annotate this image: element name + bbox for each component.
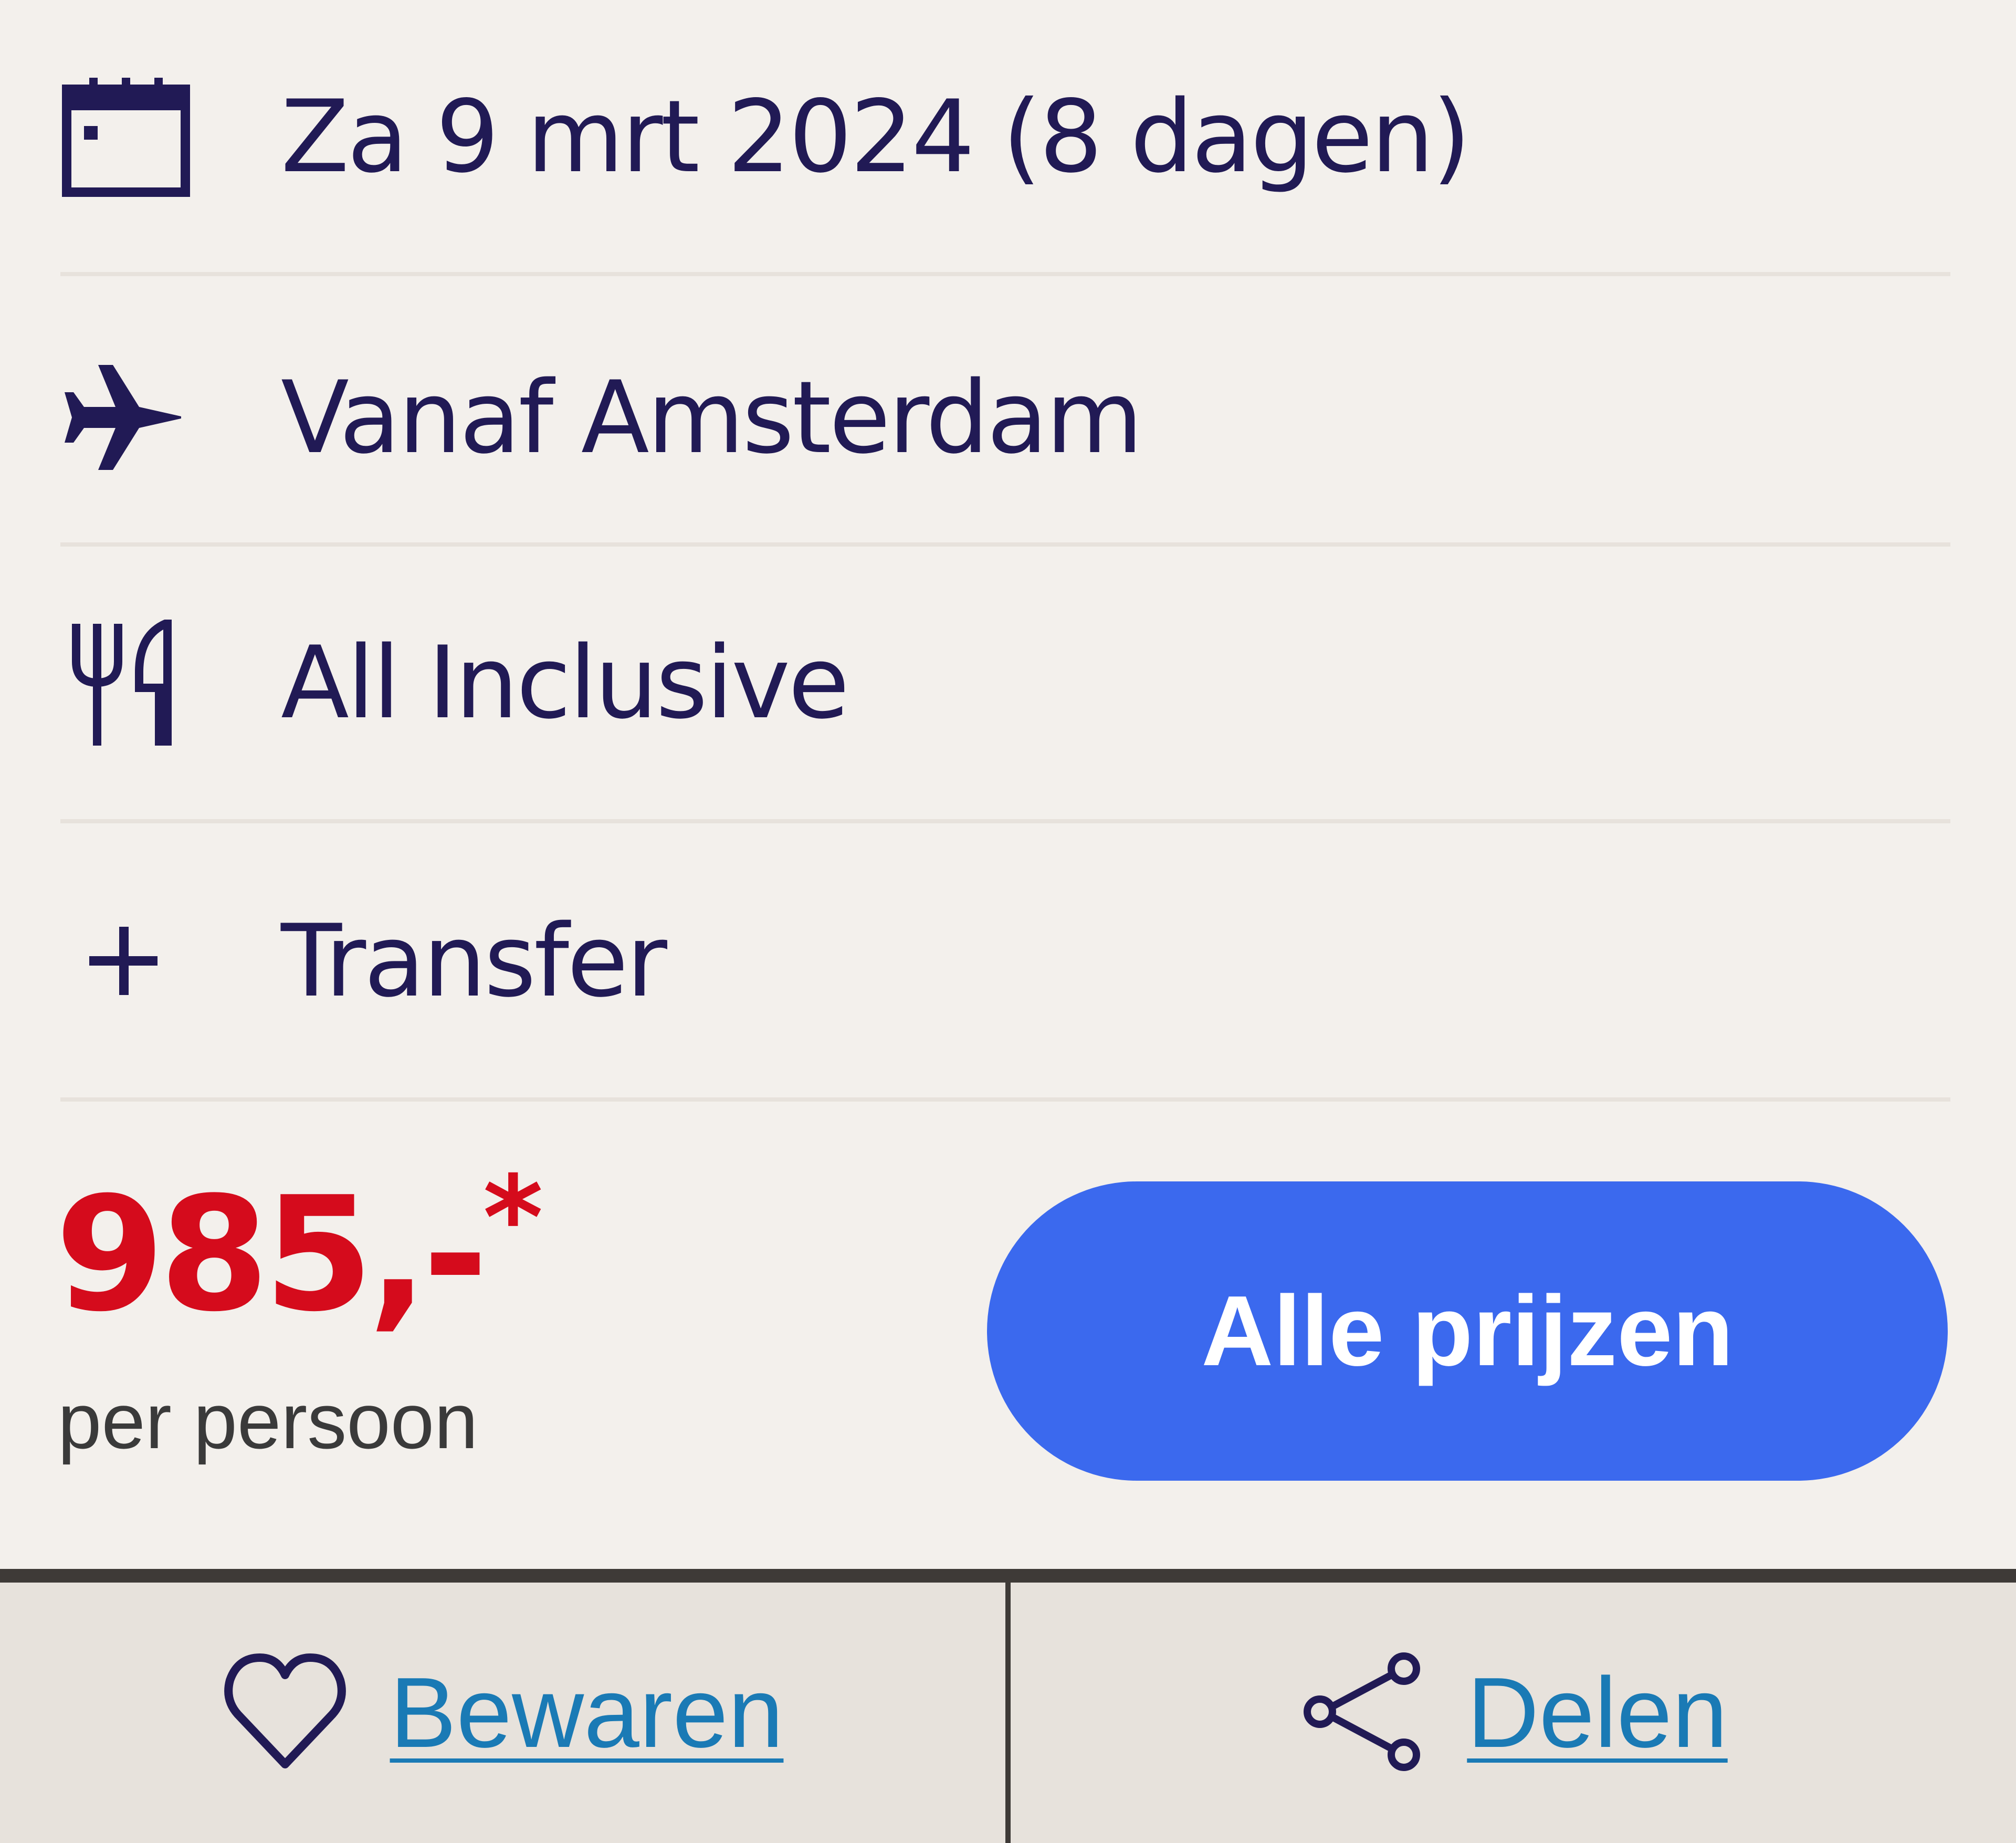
footer-separator: [1005, 1583, 1011, 1843]
save-link[interactable]: Bewaren: [390, 1656, 784, 1770]
departure-text: Vanaf Amsterdam: [281, 359, 1143, 476]
share-link[interactable]: Delen: [1467, 1656, 1727, 1770]
date-row: Za 9 mrt 2024 (8 dagen): [60, 68, 1950, 205]
price-amount: 985,-: [55, 1163, 488, 1346]
card-footer: Bewaren Delen: [0, 1583, 2016, 1843]
extra-row: Transfer: [60, 893, 1950, 1029]
price-unit: per persoon: [58, 1377, 478, 1465]
save-action[interactable]: Bewaren: [0, 1583, 1005, 1843]
all-prices-button[interactable]: Alle prijzen: [987, 1181, 1948, 1481]
cutlery-icon: [60, 614, 197, 751]
date-text: Za 9 mrt 2024 (8 dagen): [281, 78, 1471, 195]
airplane-icon: [60, 349, 197, 486]
footer-border: [0, 1569, 2016, 1583]
departure-row: Vanaf Amsterdam: [60, 349, 1950, 486]
divider: [60, 819, 1950, 823]
board-row: All Inclusive: [60, 614, 1950, 751]
divider: [60, 1097, 1950, 1102]
extra-text: Transfer: [281, 903, 667, 1019]
price: 985,-*: [55, 1160, 543, 1334]
heart-icon[interactable]: [222, 1651, 348, 1775]
calendar-icon: [60, 68, 197, 205]
price-asterisk: *: [482, 1151, 543, 1285]
share-icon[interactable]: [1299, 1649, 1425, 1777]
board-text: All Inclusive: [281, 624, 849, 741]
divider: [60, 542, 1950, 547]
divider: [60, 272, 1950, 276]
share-action[interactable]: Delen: [1011, 1583, 2016, 1843]
offer-card: Za 9 mrt 2024 (8 dagen) Vanaf Amsterdam …: [0, 0, 2016, 1843]
plus-icon: [60, 893, 197, 1029]
